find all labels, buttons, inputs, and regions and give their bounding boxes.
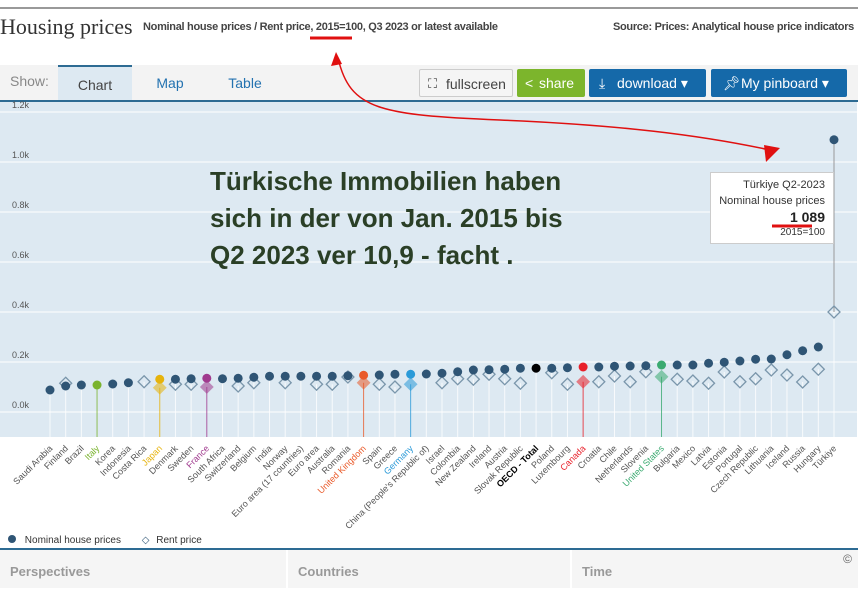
- nominal-price-marker: [296, 371, 306, 381]
- y-tick-label: 0.6k: [12, 250, 30, 260]
- rent-price-marker: [199, 380, 214, 394]
- nominal-price-marker: [312, 371, 322, 381]
- annotation-line: sich in der von Jan. 2015 bis: [210, 203, 563, 233]
- copyright: ©: [843, 552, 852, 566]
- nominal-price-marker: [735, 356, 745, 366]
- nominal-price-marker: [108, 379, 118, 389]
- nominal-price-marker: [170, 374, 180, 384]
- nominal-price-marker: [484, 365, 494, 375]
- y-tick-label: 0.0k: [12, 400, 30, 410]
- perspectives-filter[interactable]: Perspectives: [0, 550, 288, 588]
- nominal-price-marker: [813, 342, 823, 352]
- chart-svg: 0.0k0.2k0.4k0.6k0.8k1.0k1.2kSaudi Arabia…: [0, 100, 857, 531]
- y-tick-label: 0.2k: [12, 350, 30, 360]
- nominal-price-marker: [515, 363, 525, 373]
- tooltip-unit: 2015=100: [780, 227, 825, 238]
- nominal-price-marker: [657, 360, 667, 370]
- time-filter[interactable]: Time: [572, 550, 858, 588]
- nominal-price-marker: [92, 380, 102, 390]
- nominal-price-marker: [751, 354, 761, 364]
- countries-filter[interactable]: Countries: [288, 550, 572, 588]
- nominal-price-marker: [719, 357, 729, 367]
- y-tick-label: 1.2k: [12, 100, 30, 110]
- rent-diamond-icon: ◇: [141, 535, 150, 546]
- nominal-price-marker: [688, 360, 698, 370]
- tooltip-series: Nominal house prices: [719, 195, 825, 207]
- nominal-price-marker: [123, 378, 133, 388]
- nominal-price-marker: [578, 362, 588, 372]
- tooltip-title: Türkiye Q2-2023: [743, 179, 825, 191]
- nominal-price-marker: [202, 373, 212, 383]
- nominal-price-marker: [61, 381, 71, 391]
- nominal-price-marker: [562, 363, 572, 373]
- nominal-price-marker: [829, 135, 839, 145]
- nominal-price-marker: [390, 369, 400, 379]
- nominal-price-marker: [766, 354, 776, 364]
- nominal-price-marker: [265, 371, 275, 381]
- nominal-price-marker: [76, 380, 86, 390]
- legend-rent[interactable]: Rent price: [156, 535, 202, 546]
- nominal-price-marker: [327, 371, 337, 381]
- nominal-price-marker: [249, 372, 259, 382]
- nominal-price-marker: [672, 360, 682, 370]
- tooltip: Türkiye Q2-2023 Nominal house prices 1 0…: [710, 172, 834, 244]
- nominal-price-marker: [186, 374, 196, 384]
- y-tick-label: 0.4k: [12, 300, 30, 310]
- nominal-price-marker: [453, 367, 463, 377]
- nominal-price-marker: [421, 369, 431, 379]
- nominal-price-marker: [217, 374, 227, 384]
- nominal-price-marker: [359, 370, 369, 380]
- legend: Nominal house prices ◇ Rent price: [8, 535, 202, 546]
- nominal-price-marker: [609, 361, 619, 371]
- nominal-price-marker: [406, 369, 416, 379]
- nominal-price-marker: [233, 373, 243, 383]
- nominal-price-marker: [782, 350, 792, 360]
- nominal-price-marker: [531, 363, 541, 373]
- nominal-price-marker: [641, 361, 651, 371]
- nominal-price-marker: [343, 371, 353, 381]
- nominal-price-marker: [155, 374, 165, 384]
- nominal-dot-icon: [8, 535, 16, 543]
- nominal-price-marker: [798, 346, 808, 356]
- tooltip-value: 1 089: [789, 209, 825, 225]
- nominal-price-marker: [547, 363, 557, 373]
- nominal-price-marker: [594, 362, 604, 372]
- annotation-line: Q2 2023 ver 10,9 - facht .: [210, 240, 514, 270]
- rent-price-marker: [403, 377, 418, 392]
- nominal-price-marker: [374, 370, 384, 380]
- y-tick-label: 1.0k: [12, 150, 30, 160]
- nominal-price-marker: [280, 371, 290, 381]
- nominal-price-marker: [45, 385, 55, 395]
- annotation-line: Türkische Immobilien haben: [210, 166, 562, 196]
- nominal-price-marker: [437, 368, 447, 378]
- filter-bar: Perspectives Countries Time ©: [0, 548, 858, 588]
- annotation-text: Türkische Immobilien haben sich in der v…: [210, 163, 563, 274]
- legend-nominal[interactable]: Nominal house prices: [25, 535, 121, 546]
- nominal-price-marker: [625, 361, 635, 371]
- nominal-price-marker: [468, 365, 478, 375]
- y-tick-label: 0.8k: [12, 200, 30, 210]
- nominal-price-marker: [500, 364, 510, 374]
- rent-price-marker: [576, 374, 591, 389]
- nominal-price-marker: [704, 358, 714, 368]
- rent-price-marker: [654, 369, 669, 384]
